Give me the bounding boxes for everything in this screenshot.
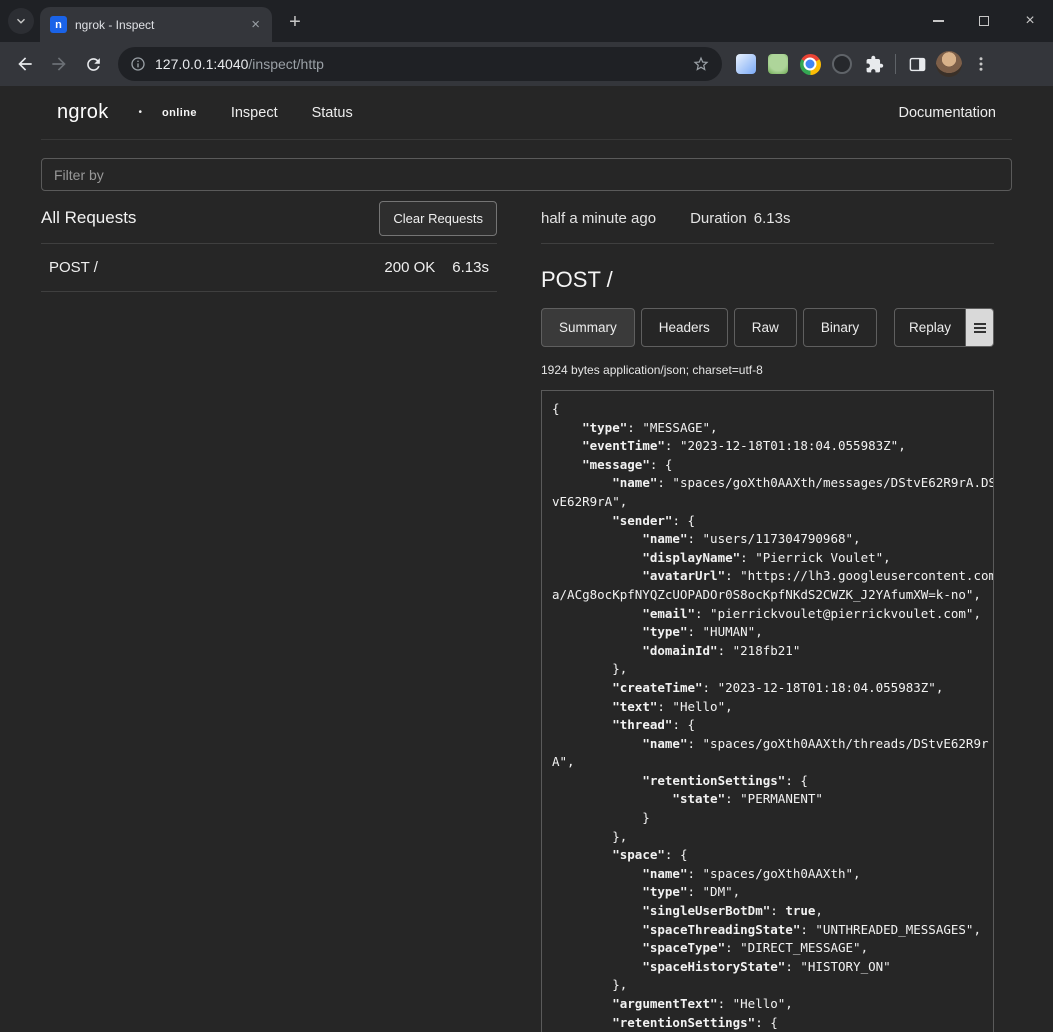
json-body[interactable]: { "type": "MESSAGE", "eventTime": "2023-… <box>541 390 994 1032</box>
replay-button[interactable]: Replay <box>894 308 966 347</box>
ngrok-brand: ngrok <box>57 101 109 124</box>
request-status: 200 OK <box>384 259 435 276</box>
minimize-icon <box>933 20 944 22</box>
extension-button-3[interactable] <box>826 48 858 80</box>
content-meta: 1924 bytes application/json; charset=utf… <box>541 363 994 377</box>
detail-tabs: Summary Headers Raw Binary Replay <box>541 308 994 347</box>
bookmark-star-icon[interactable] <box>692 55 710 73</box>
browser-tab[interactable]: n ngrok - Inspect × <box>40 7 272 42</box>
ngrok-favicon: n <box>50 16 67 33</box>
tab-raw[interactable]: Raw <box>734 308 797 347</box>
clear-requests-button[interactable]: Clear Requests <box>379 201 497 236</box>
nav-link-status[interactable]: Status <box>312 105 353 121</box>
forward-icon <box>49 54 69 74</box>
minimize-button[interactable] <box>915 0 961 42</box>
site-header: ngrok • online Inspect Status Documentat… <box>41 86 1012 140</box>
tab-binary[interactable]: Binary <box>803 308 877 347</box>
forward-button[interactable] <box>42 47 76 81</box>
request-row[interactable]: POST / 200 OK 6.13s <box>41 244 497 292</box>
maximize-button[interactable] <box>961 0 1007 42</box>
tab-headers[interactable]: Headers <box>641 308 728 347</box>
duration-label: Duration <box>690 210 747 227</box>
extension-button-2[interactable] <box>762 48 794 80</box>
toolbar-separator <box>895 54 896 74</box>
request-detail-panel: half a minute ago Duration 6.13s POST / … <box>541 193 994 1032</box>
tab-title: ngrok - Inspect <box>75 18 241 32</box>
request-duration: 6.13s <box>452 259 489 276</box>
request-time-ago: half a minute ago <box>541 210 656 227</box>
back-icon <box>15 54 35 74</box>
status-dot: • <box>139 107 143 118</box>
tab-close-icon[interactable]: × <box>249 15 262 34</box>
browser-toolbar: 127.0.0.1:4040/inspect/http <box>0 42 1053 86</box>
all-requests-title: All Requests <box>41 208 136 228</box>
extension-icon-blue <box>736 54 756 74</box>
nav-link-inspect[interactable]: Inspect <box>231 105 278 121</box>
profile-avatar <box>936 51 962 77</box>
puzzle-icon <box>865 55 884 74</box>
back-button[interactable] <box>8 47 42 81</box>
chrome-logo-icon <box>800 54 821 75</box>
site-info-icon[interactable] <box>130 56 146 72</box>
url-host: 127.0.0.1:4040 <box>155 56 248 72</box>
filter-input[interactable] <box>41 158 1012 191</box>
hamburger-icon <box>974 323 986 333</box>
tunnel-status: online <box>162 107 197 119</box>
ngrok-inspect-page: ngrok • online Inspect Status Documentat… <box>0 86 1053 1032</box>
side-panel-button[interactable] <box>901 48 933 80</box>
request-list-panel: All Requests Clear Requests POST / 200 O… <box>41 193 497 1032</box>
profile-button[interactable] <box>933 48 965 80</box>
tab-summary[interactable]: Summary <box>541 308 635 347</box>
extensions-menu-button[interactable] <box>858 48 890 80</box>
extension-icon-green <box>768 54 788 74</box>
reload-icon <box>84 55 103 74</box>
detail-title: POST / <box>541 267 994 293</box>
nav-link-documentation[interactable]: Documentation <box>898 105 996 121</box>
close-button[interactable]: × <box>1007 0 1053 42</box>
extension-button-1[interactable] <box>730 48 762 80</box>
side-panel-icon <box>908 55 927 74</box>
new-tab-button[interactable]: + <box>282 9 308 35</box>
extension-icon-dark <box>832 54 852 74</box>
tab-search-button[interactable] <box>8 8 34 34</box>
browser-menu-button[interactable] <box>965 48 997 80</box>
request-method-path: POST / <box>49 259 98 276</box>
kebab-menu-icon <box>972 55 990 73</box>
url-path: /inspect/http <box>248 56 324 72</box>
duration-value: 6.13s <box>754 210 791 227</box>
address-bar[interactable]: 127.0.0.1:4040/inspect/http <box>118 47 722 81</box>
chevron-down-icon <box>14 14 28 28</box>
browser-tab-strip: n ngrok - Inspect × + × <box>0 0 1053 42</box>
close-icon: × <box>1025 13 1034 29</box>
reload-button[interactable] <box>76 47 110 81</box>
url-text: 127.0.0.1:4040/inspect/http <box>155 56 683 72</box>
replay-options-button[interactable] <box>966 308 994 347</box>
chrome-app-button[interactable] <box>794 48 826 80</box>
maximize-icon <box>979 16 989 26</box>
